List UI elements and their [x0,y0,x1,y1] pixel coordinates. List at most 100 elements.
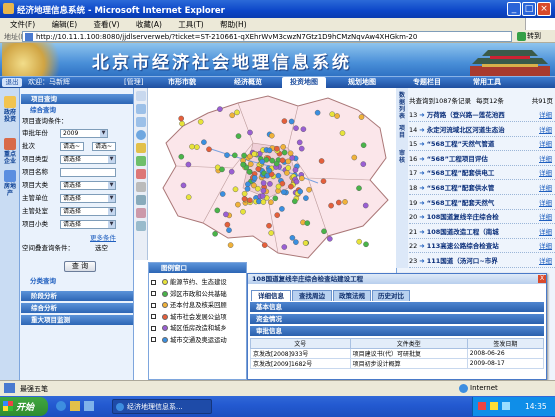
project-marker[interactable] [292,167,299,173]
minimize-button[interactable]: _ [507,2,521,16]
tab-topics[interactable]: 专题栏目 [405,77,449,88]
legend-item[interactable]: 还本付息及核采回顾 [151,300,246,311]
admin-link[interactable]: [管理] [124,77,143,88]
detail-link[interactable]: 详细 [539,181,552,194]
legend-checkbox[interactable] [151,325,156,331]
project-marker[interactable] [228,168,235,175]
project-marker[interactable] [267,181,273,187]
project-marker[interactable] [339,130,346,136]
module-real-estate[interactable]: 房地产 [2,170,18,197]
module-gov-investment[interactable]: 政府投资 [2,96,18,123]
project-marker[interactable] [268,230,274,236]
project-marker[interactable] [363,241,369,248]
category-query-link[interactable]: 分类查询 [30,276,56,286]
section-approval[interactable]: 审批信息 [250,326,544,336]
tab-detail-info[interactable]: 详细信息 [251,290,291,301]
project-marker[interactable] [235,201,241,208]
legend-checkbox[interactable] [151,337,156,342]
project-marker[interactable] [217,106,223,112]
project-marker[interactable] [335,199,342,206]
desktop-quicklaunch-icon[interactable] [84,401,94,411]
project-marker[interactable] [240,208,246,215]
project-marker[interactable] [356,185,362,191]
combined-query-link[interactable]: 综合查询 [30,105,56,115]
project-marker[interactable] [180,182,187,189]
project-marker[interactable] [329,111,335,118]
project-marker[interactable] [303,195,309,201]
exit-button[interactable]: 退出 [2,78,22,87]
list-item[interactable]: 22 ➜ 113高速公路综合检查站 详细 [409,239,555,254]
project-marker[interactable] [306,186,312,193]
project-marker[interactable] [351,154,358,161]
list-item[interactable]: 14 ➜ 永定河流域北区河道生态治 详细 [409,123,555,137]
project-marker[interactable] [179,120,185,127]
maximize-button[interactable]: □ [522,2,536,16]
tab-nearby[interactable]: 查找周边 [292,290,332,301]
project-marker[interactable] [274,145,280,152]
tab-projects[interactable]: 项目 [397,125,407,139]
detail-link[interactable]: 详细 [539,239,552,252]
investment-map[interactable] [148,88,396,263]
project-marker[interactable] [274,212,280,218]
project-marker[interactable] [212,230,218,237]
project-marker[interactable] [284,170,290,176]
detail-link[interactable]: 详细 [539,108,552,121]
major-project-monitor-header[interactable]: 重大项目监测 [21,315,133,325]
project-marker[interactable] [296,139,303,146]
legend-checkbox[interactable] [151,314,156,319]
tab-review[interactable]: 审核 [397,150,407,164]
project-marker[interactable] [223,211,229,218]
address-input[interactable]: http://10.11.1.100:8080/jjdlserverweb/?t… [22,31,512,42]
project-marker[interactable] [279,206,285,212]
project-marker[interactable] [328,202,334,209]
project-marker[interactable] [240,161,246,168]
list-item[interactable]: 15 ➜ “568工程”天然气管道 详细 [409,137,555,152]
project-marker[interactable] [219,191,226,197]
project-marker[interactable] [285,158,291,165]
project-marker[interactable] [241,196,248,202]
list-item[interactable]: 20 ➜ 108国道复线辛庄综合检 详细 [409,210,555,225]
detail-link[interactable]: 详细 [539,152,552,165]
tab-tools[interactable]: 常用工具 [465,77,509,88]
module-key-enterprise[interactable]: 重点企业 [2,138,18,165]
project-marker[interactable] [279,157,286,164]
full-extent-icon[interactable] [136,221,146,231]
project-marker[interactable] [293,239,299,245]
table-row[interactable]: 京发改[2008]933号 项目建议书(代）可研批复 2008-06-26 [250,348,545,359]
folder-quicklaunch-icon[interactable] [70,401,80,411]
taskbar-ie-window[interactable]: 经济地理信息系... [112,399,212,414]
legend-checkbox[interactable] [151,302,156,308]
year-select[interactable]: 2009 ▼ [60,129,108,138]
legend-item[interactable]: 郊区市政和公共基础 [151,289,246,300]
project-marker[interactable] [260,180,267,186]
type-select[interactable]: 请选择 ▼ [60,155,116,164]
project-marker[interactable] [334,113,340,119]
project-marker[interactable] [194,144,200,150]
detail-link[interactable]: 详细 [539,210,552,223]
project-marker[interactable] [287,150,294,157]
detail-link[interactable]: 详细 [539,137,552,150]
legend-item[interactable]: 城市社会发展公益项 [151,312,246,323]
project-marker[interactable] [280,144,286,150]
close-button[interactable]: × [537,2,551,16]
ie-quicklaunch-icon[interactable] [56,401,66,411]
project-marker[interactable] [268,199,274,205]
project-marker[interactable] [247,129,253,136]
project-query-header[interactable]: 项目查询 [21,94,133,104]
project-marker[interactable] [281,244,288,250]
subclass-select[interactable]: 请选择 ▼ [60,220,116,229]
project-marker[interactable] [219,166,225,173]
project-marker[interactable] [266,147,273,154]
project-marker[interactable] [266,167,272,174]
project-marker[interactable] [260,199,267,205]
project-marker[interactable] [314,109,321,116]
project-marker[interactable] [232,152,238,159]
stage-analysis-header[interactable]: 阶段分析 [21,291,133,301]
table-row[interactable]: 京发改[2009]1682号 项目初步设计概算 2009-08-17 [250,358,545,369]
clear-icon[interactable] [136,208,146,218]
print-icon[interactable] [136,182,146,192]
project-marker[interactable] [273,160,280,167]
project-marker[interactable] [285,165,291,171]
legend-item[interactable]: 能源节约、生态建设 [151,277,246,288]
menu-view[interactable]: 查看(V) [94,20,120,29]
